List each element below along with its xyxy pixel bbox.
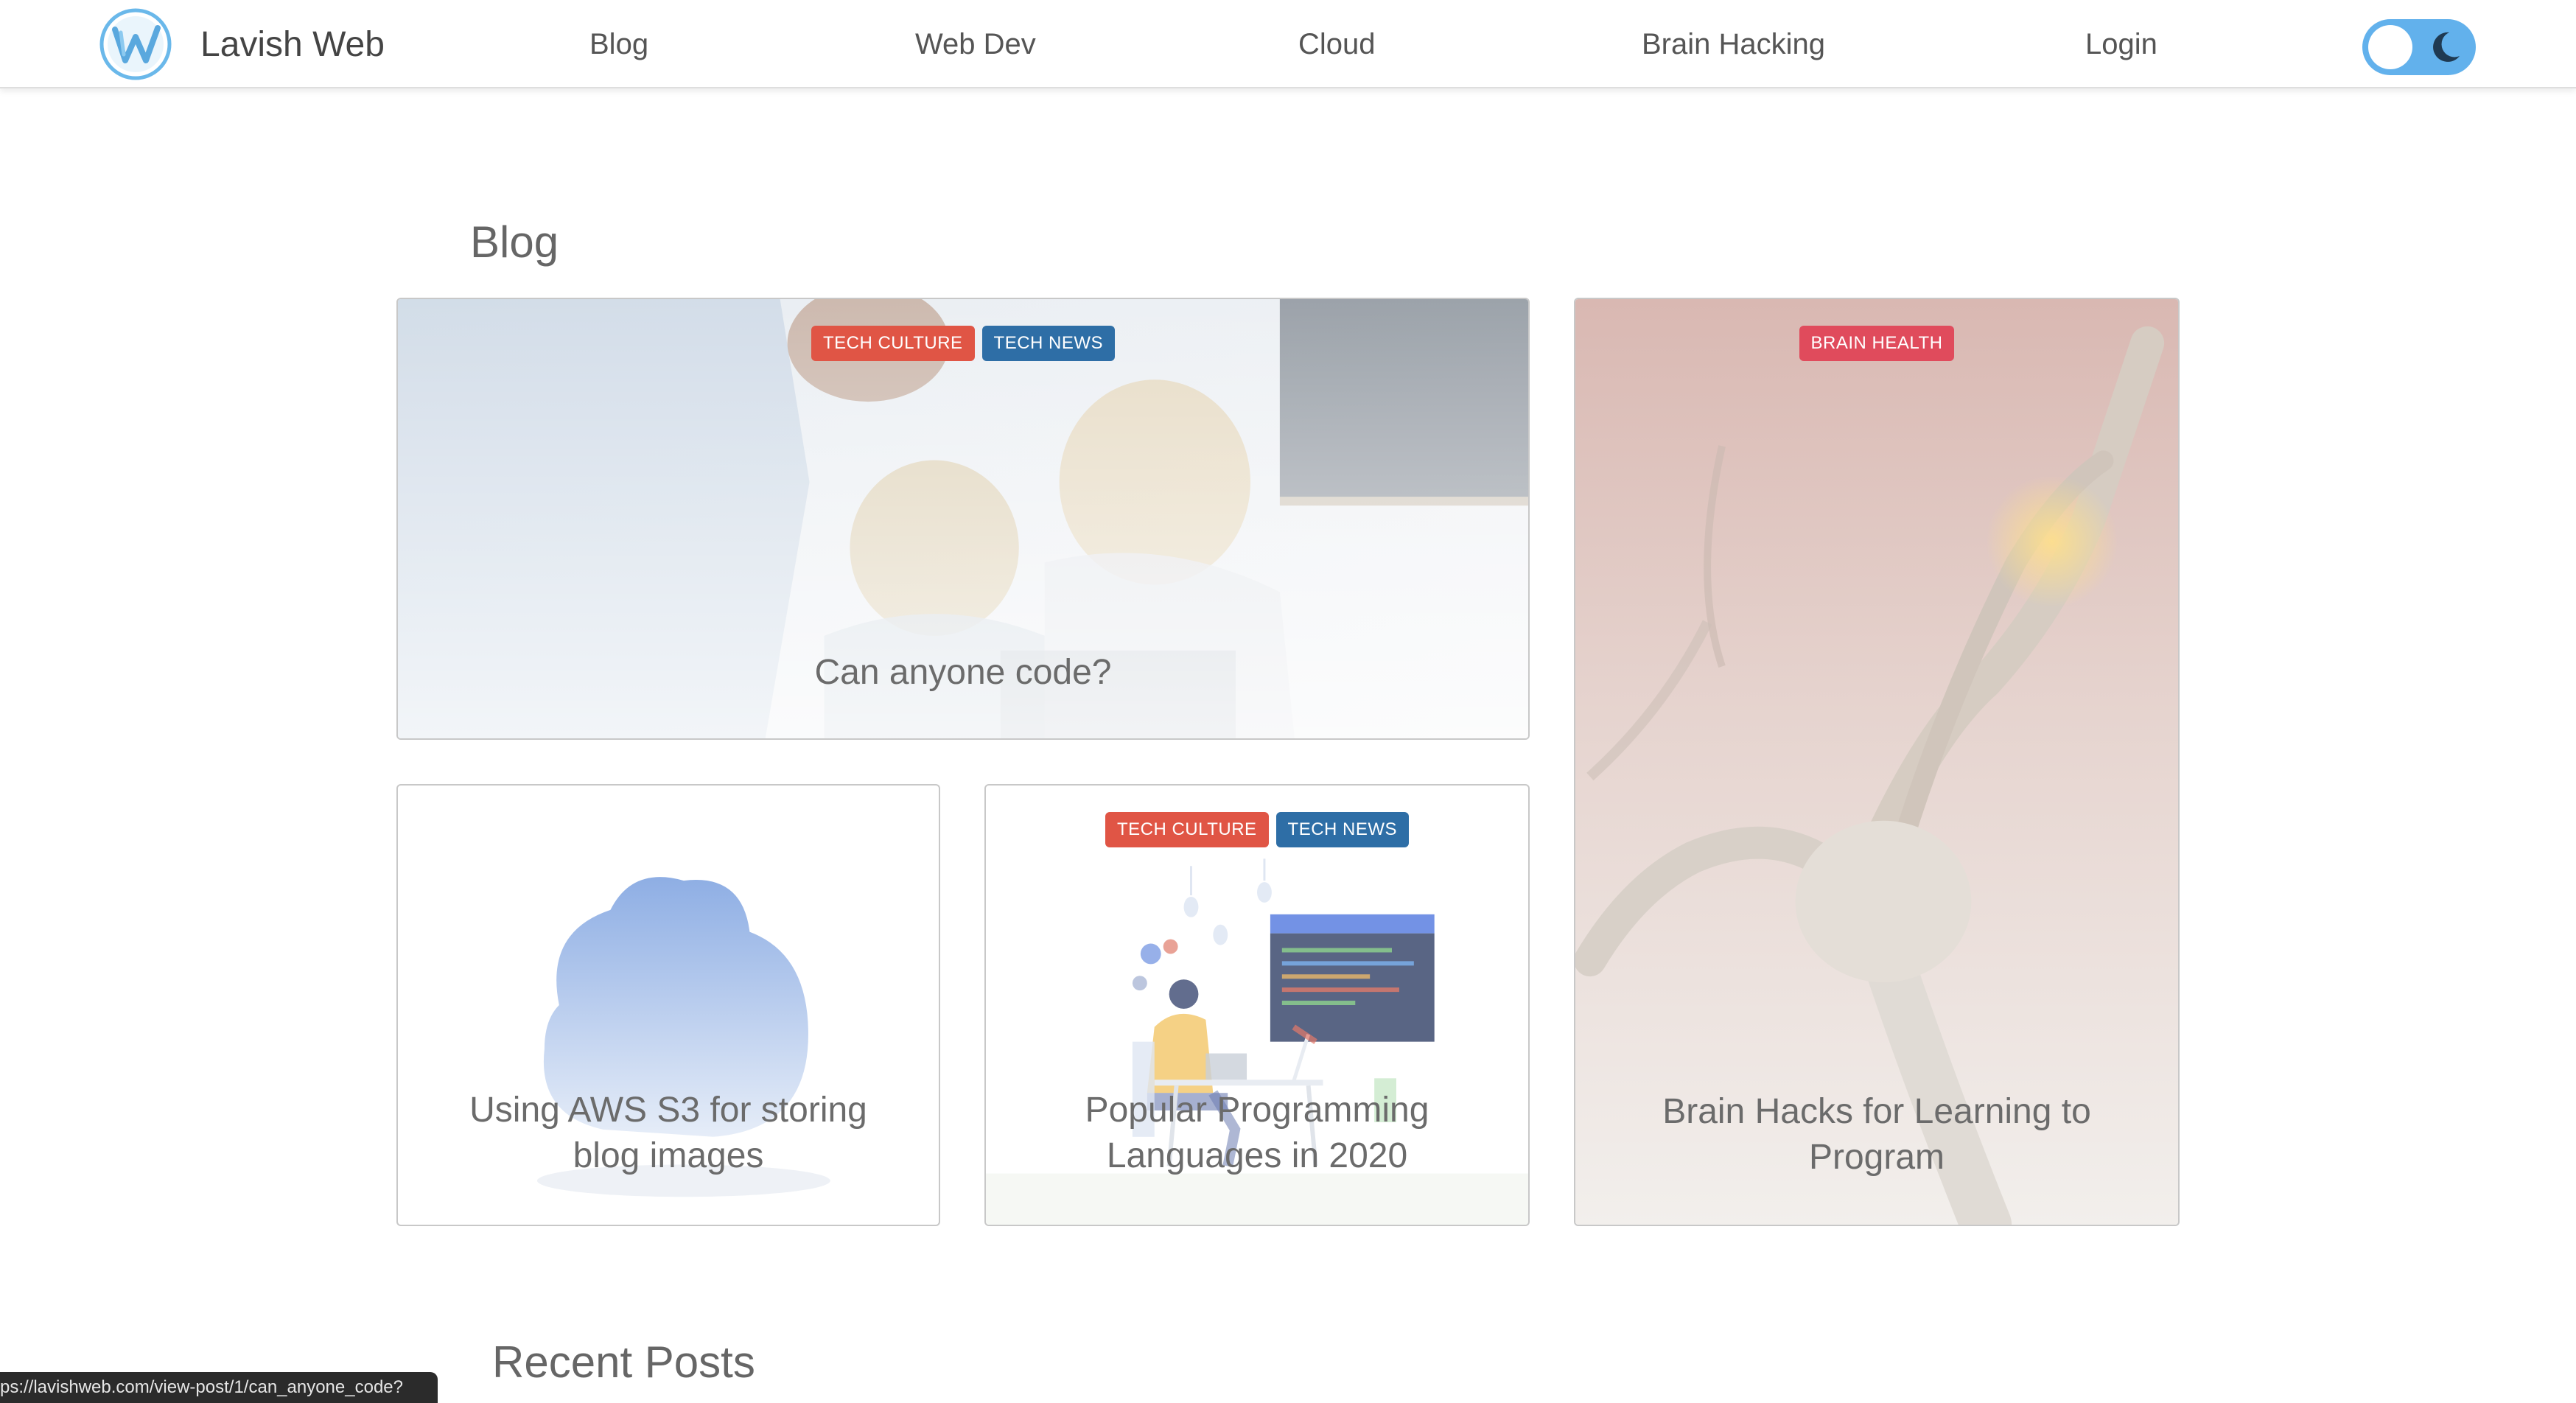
nav-blog-label: Blog [589,28,649,60]
post-card-aws-s3[interactable]: Using AWS S3 for storing blog images [396,784,940,1226]
lavish-web-logo-icon [99,8,172,80]
nav-blog[interactable]: Blog [589,0,648,88]
post-title[interactable]: Popular Programming Languages in 2020 [986,1088,1528,1179]
post-title[interactable]: Brain Hacks for Learning to Program [1575,1089,2178,1180]
nav-brain-hacking[interactable]: Brain Hacking [1642,0,1825,88]
nav-brain-hacking-label: Brain Hacking [1642,28,1826,60]
dark-mode-toggle[interactable] [2362,19,2476,75]
nav-login-label: Login [2085,28,2157,60]
post-card-programming-languages[interactable]: TECH CULTURE TECH NEWS Popular Programmi… [984,784,1530,1226]
post-title[interactable]: Using AWS S3 for storing blog images [398,1088,939,1179]
nav-web-dev-label: Web Dev [915,28,1036,60]
toggle-knob [2368,25,2412,69]
top-navbar: Lavish Web Blog Web Dev Cloud Brain Hack… [0,0,2576,88]
blog-section-heading: Blog [470,217,559,267]
nav-cloud-label: Cloud [1298,28,1376,60]
nav-cloud[interactable]: Cloud [1298,0,1376,88]
nav-login[interactable]: Login [2085,0,2157,88]
post-card-can-anyone-code[interactable]: TECH CULTURE TECH NEWS Can anyone code? [396,298,1530,740]
card-badges: TECH CULTURE TECH NEWS [398,326,1528,361]
neuron-photo [1575,299,2178,1225]
nav-web-dev[interactable]: Web Dev [915,0,1036,88]
tag-badge[interactable]: TECH NEWS [1275,812,1410,847]
post-card-brain-hacks[interactable]: BRAIN HEALTH Brain Hacks for Learning to… [1574,298,2180,1226]
link-hover-status-bar: ps://lavishweb.com/view-post/1/can_anyon… [0,1372,438,1403]
card-badges: BRAIN HEALTH [1575,326,2178,361]
recent-posts-heading: Recent Posts [492,1337,755,1387]
moon-icon [2433,32,2460,62]
brand-link[interactable]: Lavish Web [99,7,385,81]
tag-badge[interactable]: TECH CULTURE [811,326,975,361]
tag-badge[interactable]: TECH NEWS [981,326,1116,361]
brand-name: Lavish Web [200,24,385,64]
card-badges: TECH CULTURE TECH NEWS [986,812,1528,847]
tag-badge[interactable]: TECH CULTURE [1105,812,1269,847]
tag-badge[interactable]: BRAIN HEALTH [1799,326,1955,361]
post-title[interactable]: Can anyone code? [398,650,1528,696]
